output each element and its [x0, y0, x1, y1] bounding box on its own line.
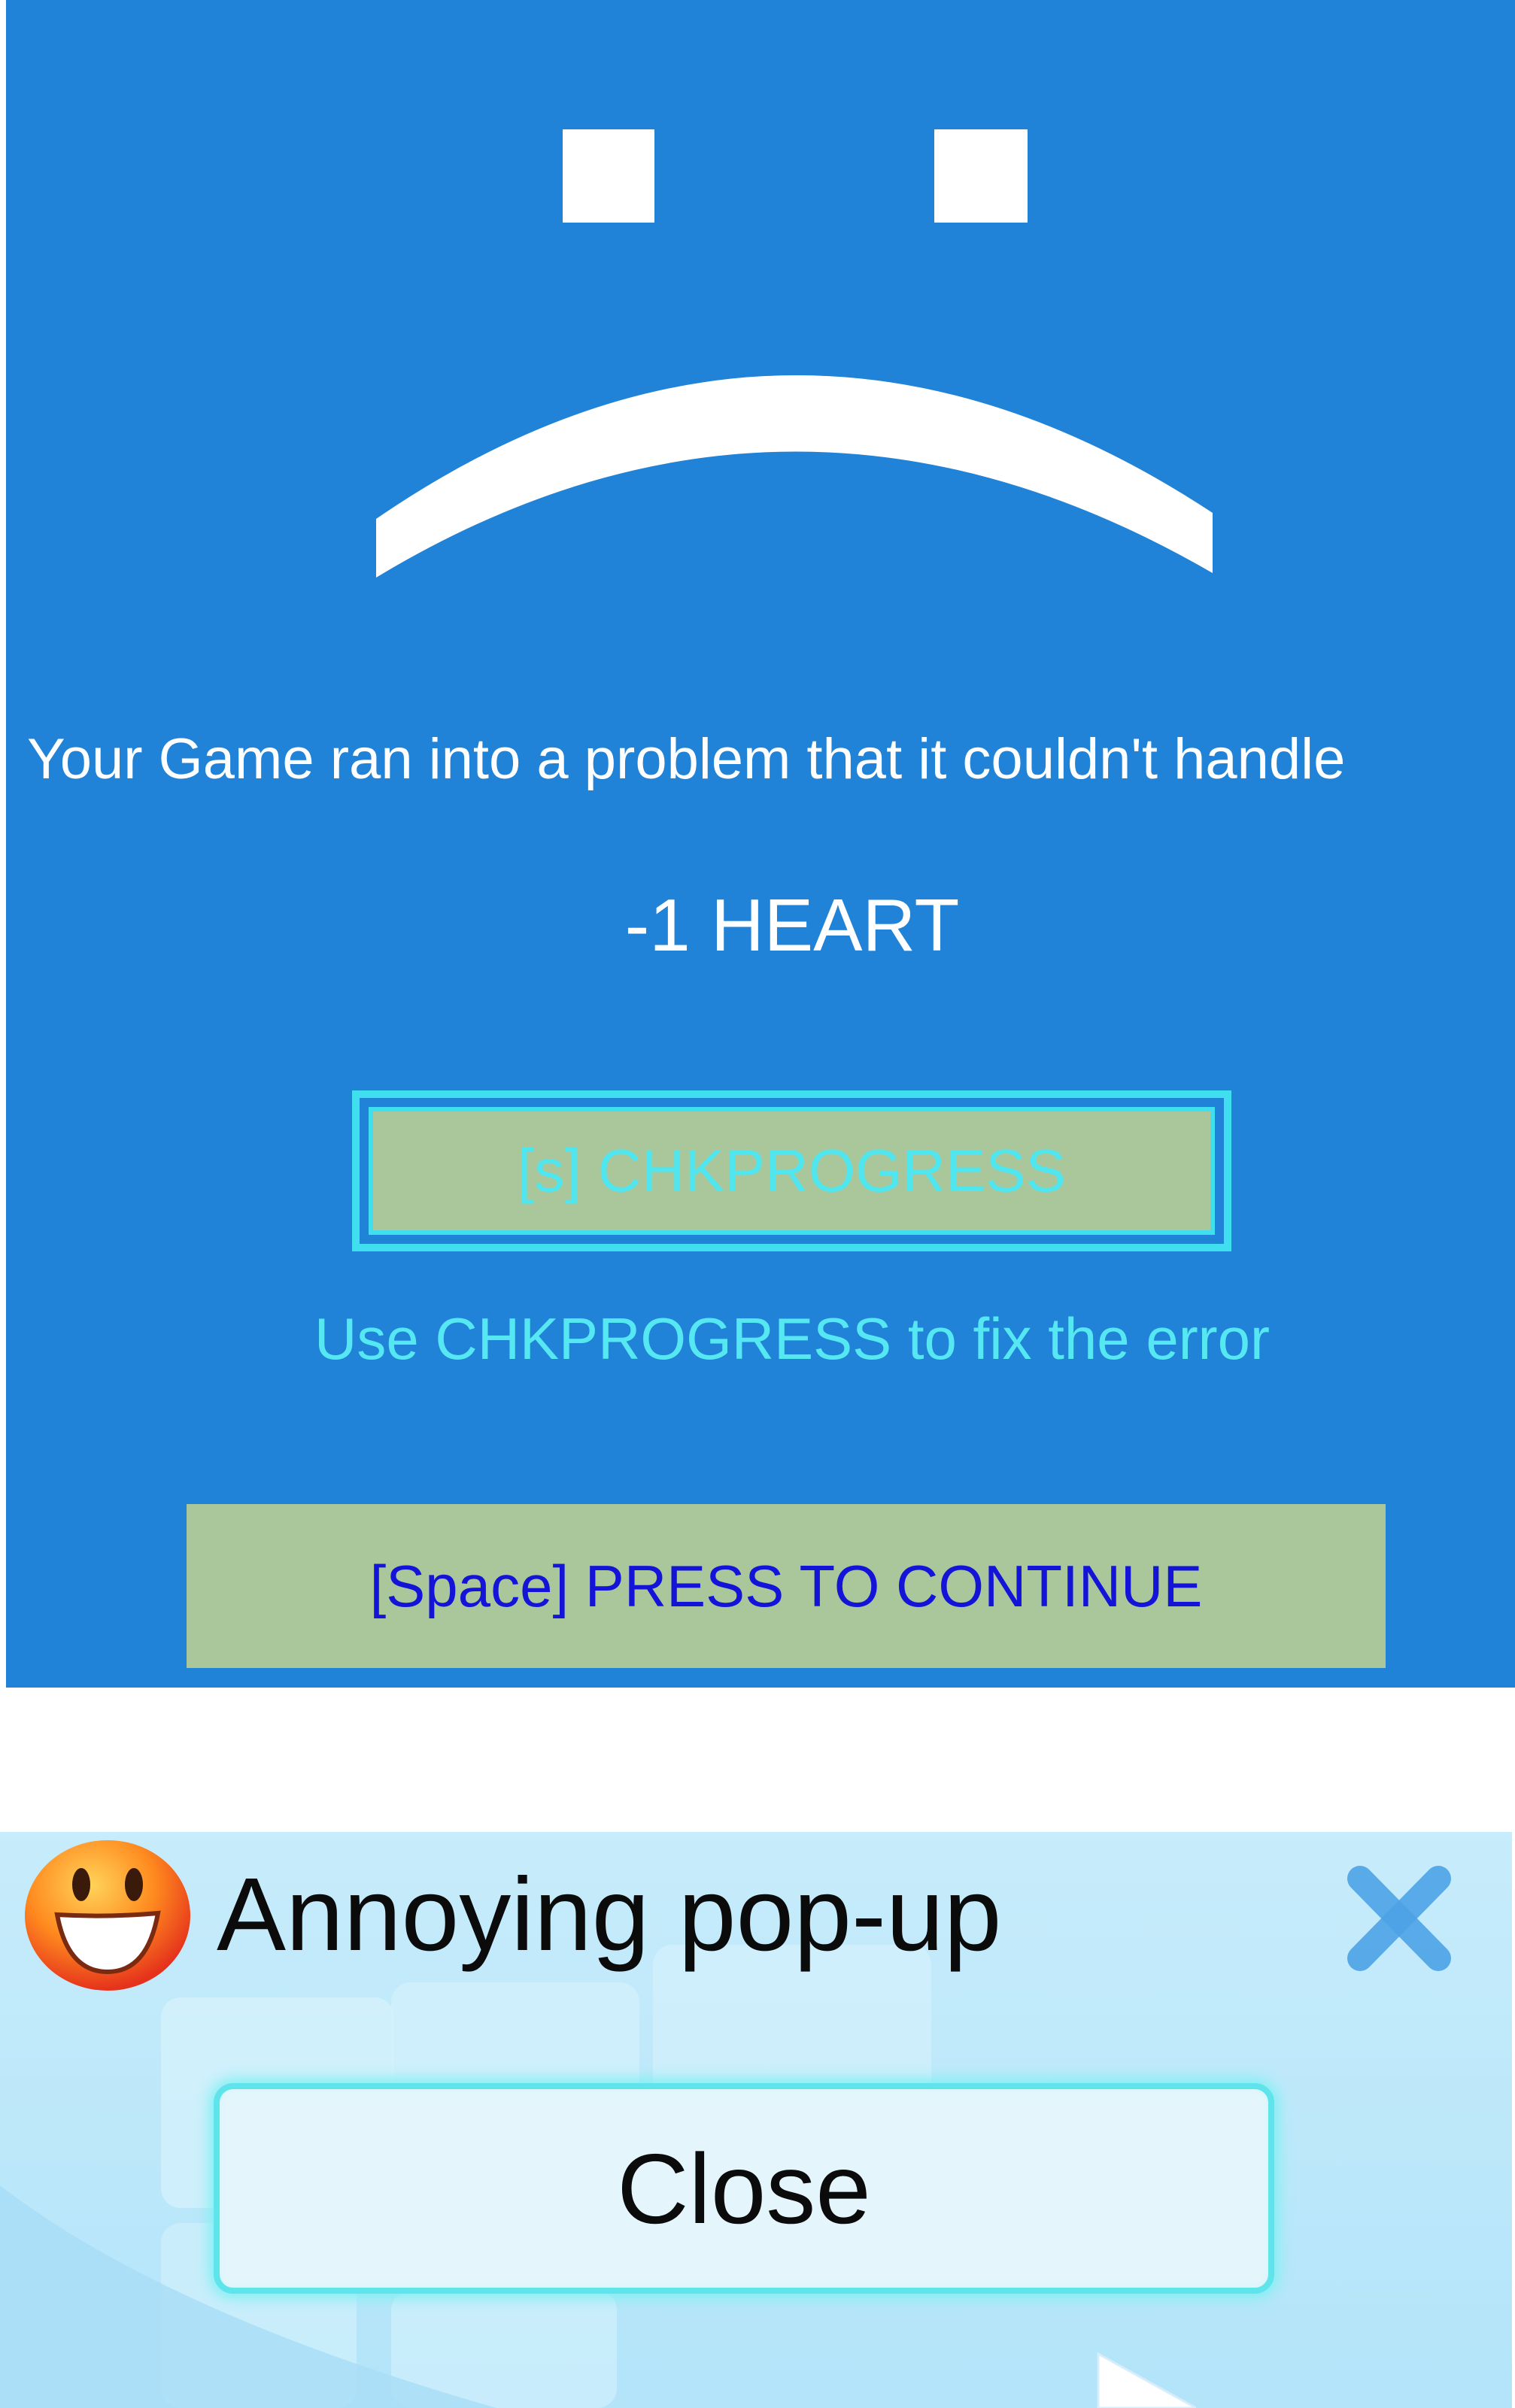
- cursor-arrow-icon: [1097, 2352, 1196, 2408]
- heart-penalty-text: -1 HEART: [624, 884, 960, 966]
- close-x-icon[interactable]: [1339, 1862, 1459, 1975]
- sad-face-left-eye: [563, 129, 654, 223]
- close-button[interactable]: Close: [214, 2083, 1274, 2294]
- close-button-label: Close: [617, 2133, 871, 2244]
- sad-face-icon: [376, 129, 1213, 578]
- error-message: Your Game ran into a problem that it cou…: [27, 727, 1346, 791]
- chkprogress-button[interactable]: [s] CHKPROGRESS: [352, 1090, 1231, 1251]
- chkprogress-button-label: [s] CHKPROGRESS: [517, 1137, 1067, 1204]
- continue-button[interactable]: [Space] PRESS TO CONTINUE: [187, 1504, 1386, 1668]
- continue-button-label: [Space] PRESS TO CONTINUE: [369, 1552, 1203, 1619]
- annoying-popup: Annoying pop-up Close: [0, 1832, 1512, 2408]
- chkprogress-button-face[interactable]: [s] CHKPROGRESS: [369, 1107, 1215, 1235]
- sad-face-right-eye: [934, 129, 1028, 223]
- error-screen: Your Game ran into a problem that it cou…: [6, 0, 1515, 1688]
- smiley-face-icon: [25, 1840, 190, 1991]
- sad-face-mouth: [376, 375, 1213, 578]
- chkprogress-hint: Use CHKPROGRESS to fix the error: [314, 1306, 1270, 1372]
- popup-title: Annoying pop-up: [217, 1857, 1002, 1973]
